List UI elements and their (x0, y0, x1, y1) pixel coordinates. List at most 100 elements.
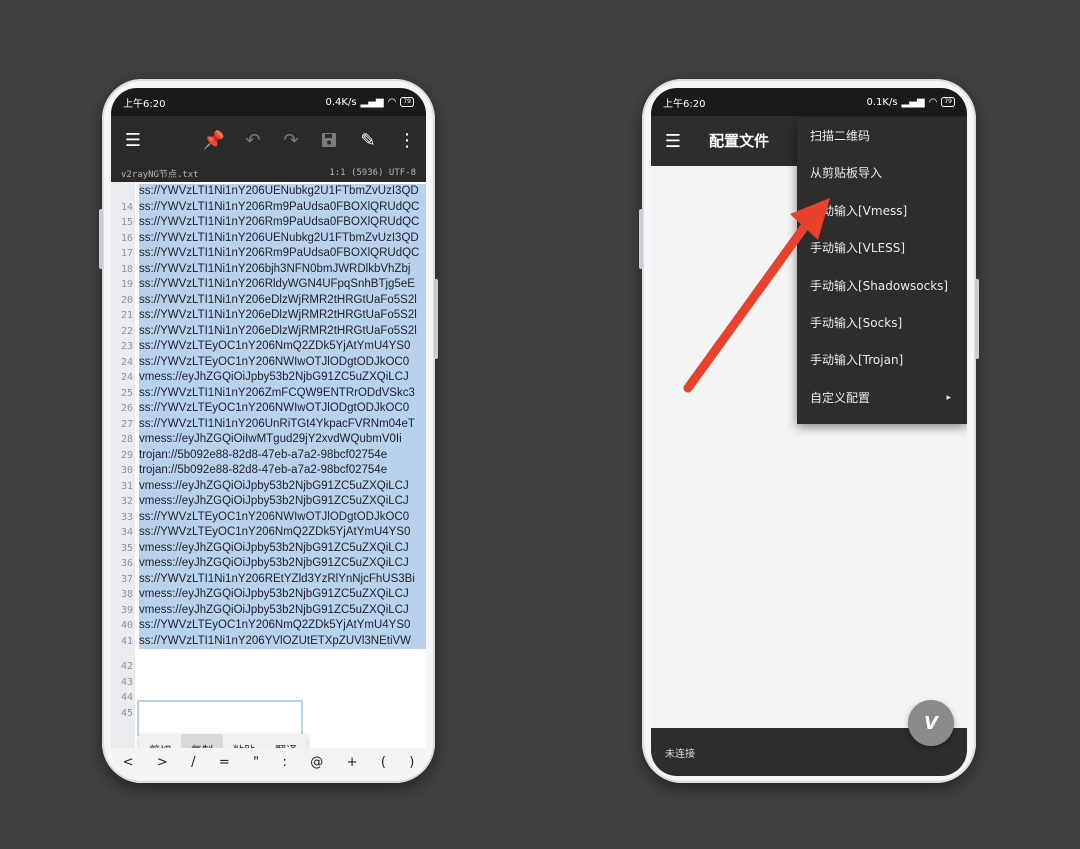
line-text: vmess://eyJhZGQiOiJpby53b2NjbG91ZC5uZXQi… (139, 478, 426, 494)
symbol-key[interactable]: ( (381, 755, 386, 770)
copy-menu-item[interactable]: 复制 (181, 734, 223, 748)
wifi-icon: ◠ (928, 96, 938, 108)
status-bar: 上午6:20 0.1K/s ▂▄▆ ◠ 79 (651, 88, 967, 116)
menu-item-vless[interactable]: 手动输入[VLESS] (797, 230, 967, 267)
editor-line: 37 ss://YWVzLTI1Ni1nY206REtYZld3YzRlYnNjc… (111, 571, 426, 587)
status-right: 0.4K/s ▂▄▆ ◠ 79 (326, 97, 414, 108)
menu-item-label: 自定义配置 (810, 390, 871, 405)
line-text: ss://YWVzLTI1Ni1nY206eDlzWjRMR2tHRGtUaFo… (139, 323, 426, 339)
menu-item-trojan[interactable]: 手动输入[Trojan] (797, 342, 967, 379)
paste-menu-item[interactable]: 粘贴 (223, 734, 265, 748)
translate-menu-item[interactable]: 翻译 (265, 734, 307, 748)
editor-line: 29 trojan://5b092e88-82d8-47eb-a7a2-98bcf… (111, 447, 426, 463)
symbol-key[interactable]: + (347, 755, 358, 770)
text-editor[interactable]: ss://YWVzLTI1Ni1nY206UENubkg2U1FTbmZvUzI… (111, 182, 426, 748)
line-number: 42 (120, 661, 133, 672)
edit-icon[interactable]: ✎ (356, 128, 380, 152)
symbol-key[interactable]: / (191, 755, 195, 770)
editor-line: 25 ss://YWVzLTI1Ni1nY206ZmFCQW9ENTRrODdVS… (111, 385, 426, 401)
line-number: 23 (120, 341, 133, 352)
selection-box (137, 700, 303, 736)
line-text: vmess://eyJhZGQiOiJpby53b2NjbG91ZC5uZXQi… (139, 540, 426, 556)
menu-icon[interactable]: ☰ (121, 128, 145, 152)
line-number: 40 (120, 620, 133, 631)
line-number: 29 (120, 449, 133, 461)
menu-item-import-clipboard[interactable]: 从剪贴板导入 (797, 155, 967, 192)
cut-menu-item[interactable]: 剪切 (139, 734, 181, 748)
more-icon[interactable]: ⋮ (395, 128, 419, 152)
redo-icon[interactable]: ↷ (279, 128, 303, 152)
editor-line: 23 ss://YWVzLTEyOC1nY206NmQ2ZDk5YjAtYmU4Y… (111, 339, 426, 355)
editor-line: 20 ss://YWVzLTI1Ni1nY206eDlzWjRMR2tHRGtUa… (111, 292, 426, 308)
editor-line: ss://YWVzLTI1Ni1nY206UENubkg2U1FTbmZvUzI… (111, 184, 426, 200)
status-right: 0.1K/s ▂▄▆ ◠ 79 (866, 96, 955, 108)
editor-line: 14 ss://YWVzLTI1Ni1nY206Rm9PaUdsa0FBOXlQR… (111, 199, 426, 215)
editor-line: 24 vmess://eyJhZGQiOiJpby53b2NjbG91ZC5uZX… (111, 370, 426, 386)
editor-line: 24 ss://YWVzLTEyOC1nY206NWIwOTJlODgtODJkO… (111, 354, 426, 370)
line-text: ss://YWVzLTI1Ni1nY206bjh3NFN0bmJWRDlkbVh… (139, 261, 426, 277)
editor-line: 30 trojan://5b092e88-82d8-47eb-a7a2-98bcf… (111, 463, 426, 479)
save-icon[interactable] (317, 128, 341, 152)
line-text: vmess://eyJhZGQiOiJpby53b2NjbG91ZC5uZXQi… (139, 370, 426, 386)
file-info-bar: v2rayNG节点.txt 1:1 (5936) UTF-8 (111, 164, 426, 182)
left-screen: 上午6:20 0.4K/s ▂▄▆ ◠ 79 ☰ 📌 ↶ ↷ ✎ ⋮ v2ray… (111, 88, 426, 776)
line-number: 24 (120, 356, 133, 368)
line-number: 43 (120, 676, 133, 688)
editor-toolbar: ☰ 📌 ↶ ↷ ✎ ⋮ (111, 116, 426, 164)
editor-line: 41 ss://YWVzLTI1Ni1nY206YVlOZUtETXpZUVl3N… (111, 633, 426, 649)
line-number: 18 (120, 263, 133, 275)
network-speed: 0.1K/s (866, 96, 898, 108)
line-text: vmess://eyJhZGQiOiJpby53b2NjbG91ZC5uZXQi… (139, 602, 426, 618)
right-phone: 上午6:20 0.1K/s ▂▄▆ ◠ 79 ☰ 配置文件 未连接 V 扫描二维… (639, 79, 979, 783)
right-screen: 上午6:20 0.1K/s ▂▄▆ ◠ 79 ☰ 配置文件 未连接 V 扫描二维… (651, 88, 967, 776)
symbol-key[interactable]: : (282, 755, 286, 770)
line-number: 17 (120, 248, 133, 259)
line-number: 35 (120, 542, 133, 554)
connect-fab-button[interactable]: V (908, 700, 954, 746)
line-text: ss://YWVzLTEyOC1nY206NmQ2ZDk5YjAtYmU4YS0 (139, 618, 426, 634)
pin-icon[interactable]: 📌 (202, 128, 226, 152)
menu-icon[interactable]: ☰ (661, 129, 685, 153)
signal-icon: ▂▄▆ (901, 96, 925, 108)
phone-side-button (975, 279, 979, 359)
editor-line: 42 (111, 659, 426, 675)
page-title: 配置文件 (709, 132, 770, 150)
symbol-key[interactable]: > (157, 755, 168, 770)
line-text: ss://YWVzLTI1Ni1nY206UENubkg2U1FTbmZvUzI… (139, 184, 426, 200)
editor-line: 28 vmess://eyJhZGQiOiIwMTgud29jY2xvdWQubm… (111, 432, 426, 448)
line-number: 28 (120, 434, 133, 445)
editor-line: 40 ss://YWVzLTEyOC1nY206NmQ2ZDk5YjAtYmU4Y… (111, 618, 426, 634)
undo-icon[interactable]: ↶ (241, 128, 265, 152)
line-number: 25 (120, 387, 133, 399)
editor-line: 21 ss://YWVzLTI1Ni1nY206eDlzWjRMR2tHRGtUa… (111, 308, 426, 324)
line-number: 39 (120, 604, 133, 616)
battery-icon: 79 (400, 97, 414, 107)
line-text: ss://YWVzLTI1Ni1nY206eDlzWjRMR2tHRGtUaFo… (139, 292, 426, 308)
line-text: ss://YWVzLTEyOC1nY206NWIwOTJlODgtODJkOC0 (139, 401, 426, 417)
symbol-key[interactable]: = (219, 755, 230, 770)
symbol-key[interactable]: ) (409, 755, 414, 770)
line-number: 15 (120, 217, 133, 228)
line-text: trojan://5b092e88-82d8-47eb-a7a2-98bcf02… (139, 463, 426, 479)
menu-item-vmess[interactable]: 手动输入[Vmess] (797, 193, 967, 230)
editor-line: 32 vmess://eyJhZGQiOiJpby53b2NjbG91ZC5uZX… (111, 494, 426, 510)
status-bar: 上午6:20 0.4K/s ▂▄▆ ◠ 79 (111, 88, 426, 116)
file-position: 1:1 (5936) UTF-8 (329, 168, 416, 178)
file-name: v2rayNG节点.txt (121, 169, 199, 180)
editor-line: 17 ss://YWVzLTI1Ni1nY206Rm9PaUdsa0FBOXlQR… (111, 246, 426, 262)
symbol-key[interactable]: @ (310, 755, 323, 770)
menu-item-shadowsocks[interactable]: 手动输入[Shadowsocks] (797, 268, 967, 305)
editor-line: 18 ss://YWVzLTI1Ni1nY206bjh3NFN0bmJWRDlkb… (111, 261, 426, 277)
battery-icon: 79 (941, 97, 955, 107)
chevron-right-icon: ▸ (946, 392, 951, 403)
menu-item-custom-config[interactable]: 自定义配置 ▸ (797, 380, 967, 417)
line-number: 34 (120, 527, 133, 538)
line-number: 38 (120, 589, 133, 600)
editor-line: 15 ss://YWVzLTI1Ni1nY206Rm9PaUdsa0FBOXlQR… (111, 215, 426, 231)
symbol-key[interactable]: < (123, 755, 134, 770)
status-time: 上午6:20 (123, 98, 166, 110)
menu-item-scan-qr[interactable]: 扫描二维码 (797, 118, 967, 155)
line-text: ss://YWVzLTI1Ni1nY206Rm9PaUdsa0FBOXlQRUd… (139, 199, 426, 215)
menu-item-socks[interactable]: 手动输入[Socks] (797, 305, 967, 342)
symbol-key[interactable]: " (253, 755, 259, 770)
